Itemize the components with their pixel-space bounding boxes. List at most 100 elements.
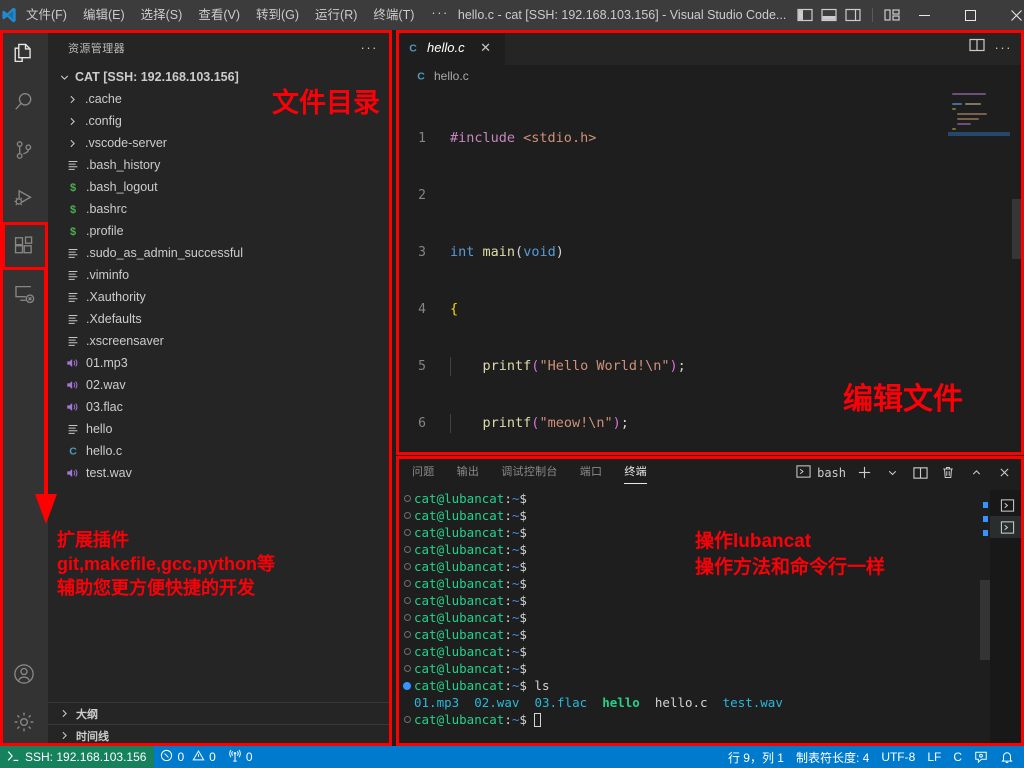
tree-item[interactable]: .bash_history	[48, 154, 392, 176]
menu-run[interactable]: 运行(R)	[307, 0, 365, 30]
terminal-instance-1[interactable]	[990, 494, 1024, 516]
tree-item-label: .cache	[85, 92, 122, 106]
new-terminal-icon[interactable]	[854, 463, 874, 483]
terminal-prompt-colon: :	[504, 559, 512, 574]
command-decoration-icon[interactable]	[400, 631, 414, 638]
command-decoration-icon[interactable]	[400, 495, 414, 502]
panel-tab-output[interactable]: 输出	[457, 455, 480, 490]
menu-terminal[interactable]: 终端(T)	[365, 0, 422, 30]
tree-item[interactable]: 02.wav	[48, 374, 392, 396]
tree-item[interactable]: hello	[48, 418, 392, 440]
command-decoration-icon[interactable]	[400, 529, 414, 536]
status-encoding[interactable]: UTF-8	[875, 746, 921, 768]
status-indentation[interactable]: 制表符长度: 4	[790, 746, 875, 768]
terminal-shell-selector[interactable]: bash	[796, 464, 846, 482]
minimize-button[interactable]	[901, 0, 947, 30]
command-decoration-icon[interactable]	[400, 546, 414, 553]
command-decoration-active-icon[interactable]	[400, 681, 414, 690]
terminal-profile-dropdown-icon[interactable]	[882, 463, 902, 483]
panel-tab-problems[interactable]: 问题	[412, 455, 435, 490]
status-ports[interactable]: 0	[222, 746, 259, 768]
editor-scrollbar-thumb[interactable]	[1012, 199, 1023, 259]
close-panel-icon[interactable]	[994, 463, 1014, 483]
terminal-ls-entry: 03.flac	[534, 695, 588, 710]
tree-item[interactable]: .xscreensaver	[48, 330, 392, 352]
collapse-panel-icon[interactable]	[966, 463, 986, 483]
tree-root-folder[interactable]: CAT [SSH: 192.168.103.156]	[48, 66, 392, 88]
activity-search[interactable]	[0, 78, 48, 126]
editor-scrollbar[interactable]	[1010, 87, 1024, 455]
tree-item[interactable]: .Xauthority	[48, 286, 392, 308]
activity-run-and-debug[interactable]	[0, 174, 48, 222]
activity-source-control[interactable]	[0, 126, 48, 174]
panel-tab-debug-console[interactable]: 调试控制台	[501, 455, 558, 490]
status-notifications-bell-icon[interactable]	[994, 746, 1020, 768]
tree-item[interactable]: test.wav	[48, 462, 392, 484]
split-terminal-icon[interactable]	[910, 463, 930, 483]
tree-item[interactable]: .sudo_as_admin_successful	[48, 242, 392, 264]
menu-more-icon[interactable]: ···	[422, 0, 458, 30]
command-decoration-icon[interactable]	[400, 580, 414, 587]
terminal-prompt-symbol: $	[519, 593, 527, 608]
command-decoration-icon[interactable]	[400, 563, 414, 570]
minimap[interactable]	[948, 87, 1010, 455]
tree-item[interactable]: .cache	[48, 88, 392, 110]
status-eol[interactable]: LF	[921, 746, 947, 768]
panel-tab-ports[interactable]: 端口	[580, 455, 603, 490]
terminal-scrollbar-thumb[interactable]	[980, 580, 990, 660]
sidebar-section-timeline[interactable]: 时间线	[48, 724, 392, 746]
tree-item[interactable]: 03.flac	[48, 396, 392, 418]
tree-item[interactable]: $ .bash_logout	[48, 176, 392, 198]
tree-item[interactable]: $ .bashrc	[48, 198, 392, 220]
toggle-secondary-sidebar-icon[interactable]	[844, 7, 861, 23]
activity-explorer[interactable]	[0, 30, 48, 78]
command-decoration-icon[interactable]	[400, 648, 414, 655]
sidebar-section-outline[interactable]: 大纲	[48, 702, 392, 724]
tree-item[interactable]: .viminfo	[48, 264, 392, 286]
tree-item[interactable]: Chello.c	[48, 440, 392, 462]
toggle-primary-sidebar-icon[interactable]	[796, 7, 813, 23]
editor-tab-hello-c[interactable]: C hello.c ✕	[392, 30, 505, 65]
command-decoration-icon[interactable]	[400, 614, 414, 621]
status-feedback-icon[interactable]	[968, 746, 994, 768]
command-decoration-icon[interactable]	[400, 716, 414, 723]
status-remote-host[interactable]: SSH: 192.168.103.156	[0, 746, 155, 768]
status-language-mode[interactable]: C	[947, 746, 968, 768]
command-decoration-icon[interactable]	[400, 597, 414, 604]
menu-selection[interactable]: 选择(S)	[133, 0, 191, 30]
menu-edit[interactable]: 编辑(E)	[75, 0, 133, 30]
editor-more-actions-icon[interactable]: ···	[995, 40, 1013, 55]
close-tab-icon[interactable]: ✕	[477, 39, 495, 57]
tree-item[interactable]: .vscode-server	[48, 132, 392, 154]
tree-item[interactable]: $ .profile	[48, 220, 392, 242]
tree-item[interactable]: 01.mp3	[48, 352, 392, 374]
activity-extensions[interactable]	[0, 222, 48, 270]
customize-layout-icon[interactable]	[884, 7, 901, 23]
tree-item[interactable]: .Xdefaults	[48, 308, 392, 330]
tree-item[interactable]: .config	[48, 110, 392, 132]
breadcrumb[interactable]: C hello.c	[392, 65, 1024, 87]
terminal-scrollbar[interactable]	[980, 490, 990, 746]
toggle-panel-icon[interactable]	[820, 7, 837, 23]
menu-file[interactable]: 文件(F)	[18, 0, 75, 30]
code-editor[interactable]: 1 #include <stdio.h> 2 3 int main(void) 4{…	[392, 87, 1024, 455]
command-decoration-icon[interactable]	[400, 665, 414, 672]
close-window-button[interactable]	[993, 0, 1024, 30]
terminal-instance-2[interactable]	[990, 516, 1024, 538]
split-editor-icon[interactable]	[968, 38, 985, 57]
file-tree: CAT [SSH: 192.168.103.156] .cache .config…	[48, 65, 392, 702]
panel-tab-terminal[interactable]: 终端	[624, 455, 647, 490]
status-problems[interactable]: 0 0	[154, 746, 221, 768]
activity-remote-explorer[interactable]	[0, 270, 48, 318]
activity-manage-settings[interactable]	[0, 698, 48, 746]
activity-accounts[interactable]	[0, 650, 48, 698]
menu-view[interactable]: 查看(V)	[190, 0, 248, 30]
maximize-button[interactable]	[947, 0, 993, 30]
sidebar-more-icon[interactable]: ···	[361, 40, 379, 55]
status-cursor-position[interactable]: 行 9，列 1	[722, 746, 790, 768]
command-decoration-icon[interactable]	[400, 512, 414, 519]
terminal-body[interactable]: cat@lubancat: ~ $ cat@lubancat: ~ $ cat@lubanc…	[392, 490, 1024, 746]
status-bar-right: 行 9，列 1 制表符长度: 4 UTF-8 LF C	[722, 746, 1024, 768]
menu-go[interactable]: 转到(G)	[248, 0, 307, 30]
kill-terminal-trash-icon[interactable]	[938, 463, 958, 483]
